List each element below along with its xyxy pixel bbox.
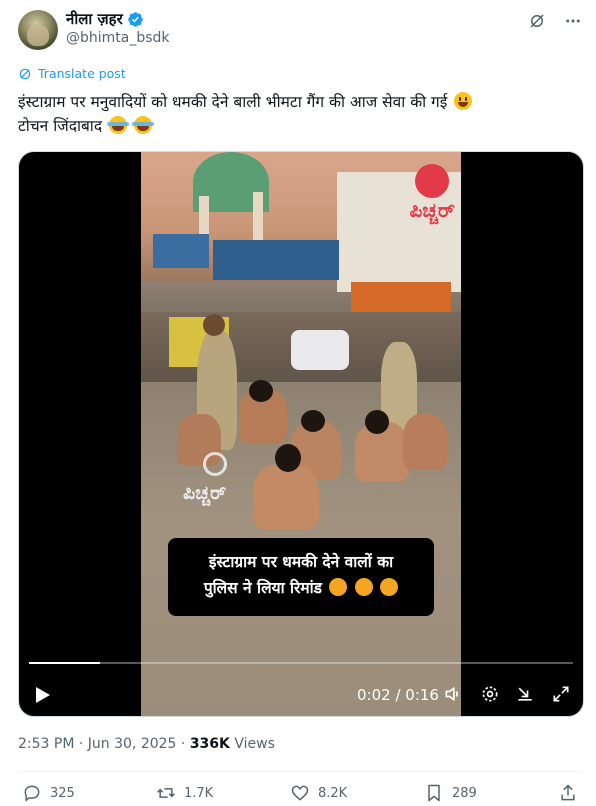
views-count: 336K <box>189 736 230 752</box>
caption-line-2-text: पुलिस ने लिया रिमांड <box>203 579 322 597</box>
translate-icon <box>19 68 31 79</box>
bookmark-icon <box>428 784 440 802</box>
display-name[interactable]: नीला ज़हर <box>66 10 123 29</box>
tweet-header: नीला ज़हर @bhimta_bsdk <box>18 10 582 50</box>
play-icon[interactable] <box>35 686 51 704</box>
like-count: 8.2K <box>318 785 348 801</box>
grok-icon[interactable] <box>528 12 546 30</box>
translate-label: Translate post <box>38 66 126 81</box>
blue-banner <box>213 240 339 280</box>
tweet-meta: 2:53 PM · Jun 30, 2025 · 336K Views <box>18 735 275 753</box>
heart-icon <box>291 785 309 801</box>
head <box>301 410 325 432</box>
repost-icon <box>157 788 175 798</box>
tweet-text: इंस्टाग्राम पर मनुवादियों को धमकी देने ब… <box>18 90 578 138</box>
seated-man <box>403 414 447 470</box>
video-progress-fill <box>29 662 100 664</box>
shop-sign <box>153 234 209 268</box>
channel-logo-icon <box>415 164 449 198</box>
tweet-line-2: टोचन जिंदाबाद <box>18 114 578 138</box>
volume-icon[interactable] <box>443 684 463 704</box>
verified-badge-icon <box>127 12 143 27</box>
tweet-line-1: इंस्टाग्राम पर मनुवादियों को धमकी देने ब… <box>18 90 578 114</box>
fullscreen-icon[interactable] <box>551 684 571 704</box>
pop-out-icon[interactable] <box>515 684 535 704</box>
tweet-date[interactable]: Jun 30, 2025 <box>88 736 177 752</box>
reply-icon <box>24 785 40 802</box>
meta-separator: · <box>180 736 190 752</box>
caption-line-2: पुलिस ने लिया रिमांड <box>168 575 434 601</box>
tweet-line-1-text: इंस्टाग्राम पर मनुवादियों को धमकी देने ब… <box>18 93 448 111</box>
head <box>275 444 301 472</box>
settings-gear-icon[interactable] <box>480 684 500 704</box>
sad-emoji-icon <box>380 578 399 596</box>
repost-button[interactable]: 1.7K <box>156 783 213 803</box>
reply-count: 325 <box>50 785 75 801</box>
video-caption: इंस्टाग्राम पर धमकी देने वालों का पुलिस … <box>168 538 434 616</box>
watermark-icon <box>203 452 227 476</box>
action-bar: 325 1.7K 8.2K 289 <box>18 783 582 806</box>
name-line: नीला ज़हर <box>66 10 144 29</box>
reply-button[interactable]: 325 <box>22 783 75 803</box>
video-frame[interactable]: ಪಿಚ್ಚರ್ ಪಿಚ್ಚರ್ इंस्टाग्राम पर धमकी देने… <box>141 152 461 716</box>
video-progress-bar[interactable] <box>29 662 573 664</box>
smiley-emoji-icon <box>454 92 473 110</box>
views-label: Views <box>234 736 275 752</box>
share-icon <box>561 784 575 801</box>
sad-emoji-icon <box>329 578 348 596</box>
video-player[interactable]: ಪಿಚ್ಚರ್ ಪಿಚ್ಚರ್ इंस्टाग्राम पर धमकी देने… <box>18 151 584 717</box>
tweet-time[interactable]: 2:53 PM <box>18 736 74 752</box>
watermark-text: ಪಿಚ್ಚರ್ <box>183 482 227 504</box>
share-button[interactable] <box>558 783 578 803</box>
handle[interactable]: @bhimta_bsdk <box>66 30 170 46</box>
head <box>249 380 273 402</box>
tears-of-joy-emoji-icon <box>107 116 129 134</box>
repost-count: 1.7K <box>184 785 214 801</box>
caption-line-1: इंस्टाग्राम पर धमकी देने वालों का <box>208 553 394 571</box>
seated-man <box>253 464 319 530</box>
car <box>291 330 349 370</box>
police-head <box>203 314 225 336</box>
orange-sign <box>351 282 451 312</box>
video-controls: 0:02 / 0:16 <box>19 680 583 708</box>
tears-of-joy-emoji-icon <box>131 116 154 134</box>
like-button[interactable]: 8.2K <box>290 783 347 803</box>
video-time: 0:02 / 0:16 <box>357 686 439 704</box>
translate-post-link[interactable]: Translate post <box>18 66 126 81</box>
head <box>365 410 389 434</box>
bookmark-count: 289 <box>452 785 477 801</box>
divider <box>18 771 582 772</box>
meta-separator: · <box>78 736 88 752</box>
tweet-line-2-text: टोचन जिंदाबाद <box>18 117 103 135</box>
more-icon[interactable] <box>564 12 582 30</box>
avatar[interactable] <box>18 10 58 50</box>
header-actions <box>528 12 582 30</box>
channel-logo-text: ಪಿಚ್ಚರ್ <box>409 198 455 222</box>
bookmark-button[interactable]: 289 <box>424 783 477 803</box>
sad-emoji-icon <box>354 578 373 596</box>
